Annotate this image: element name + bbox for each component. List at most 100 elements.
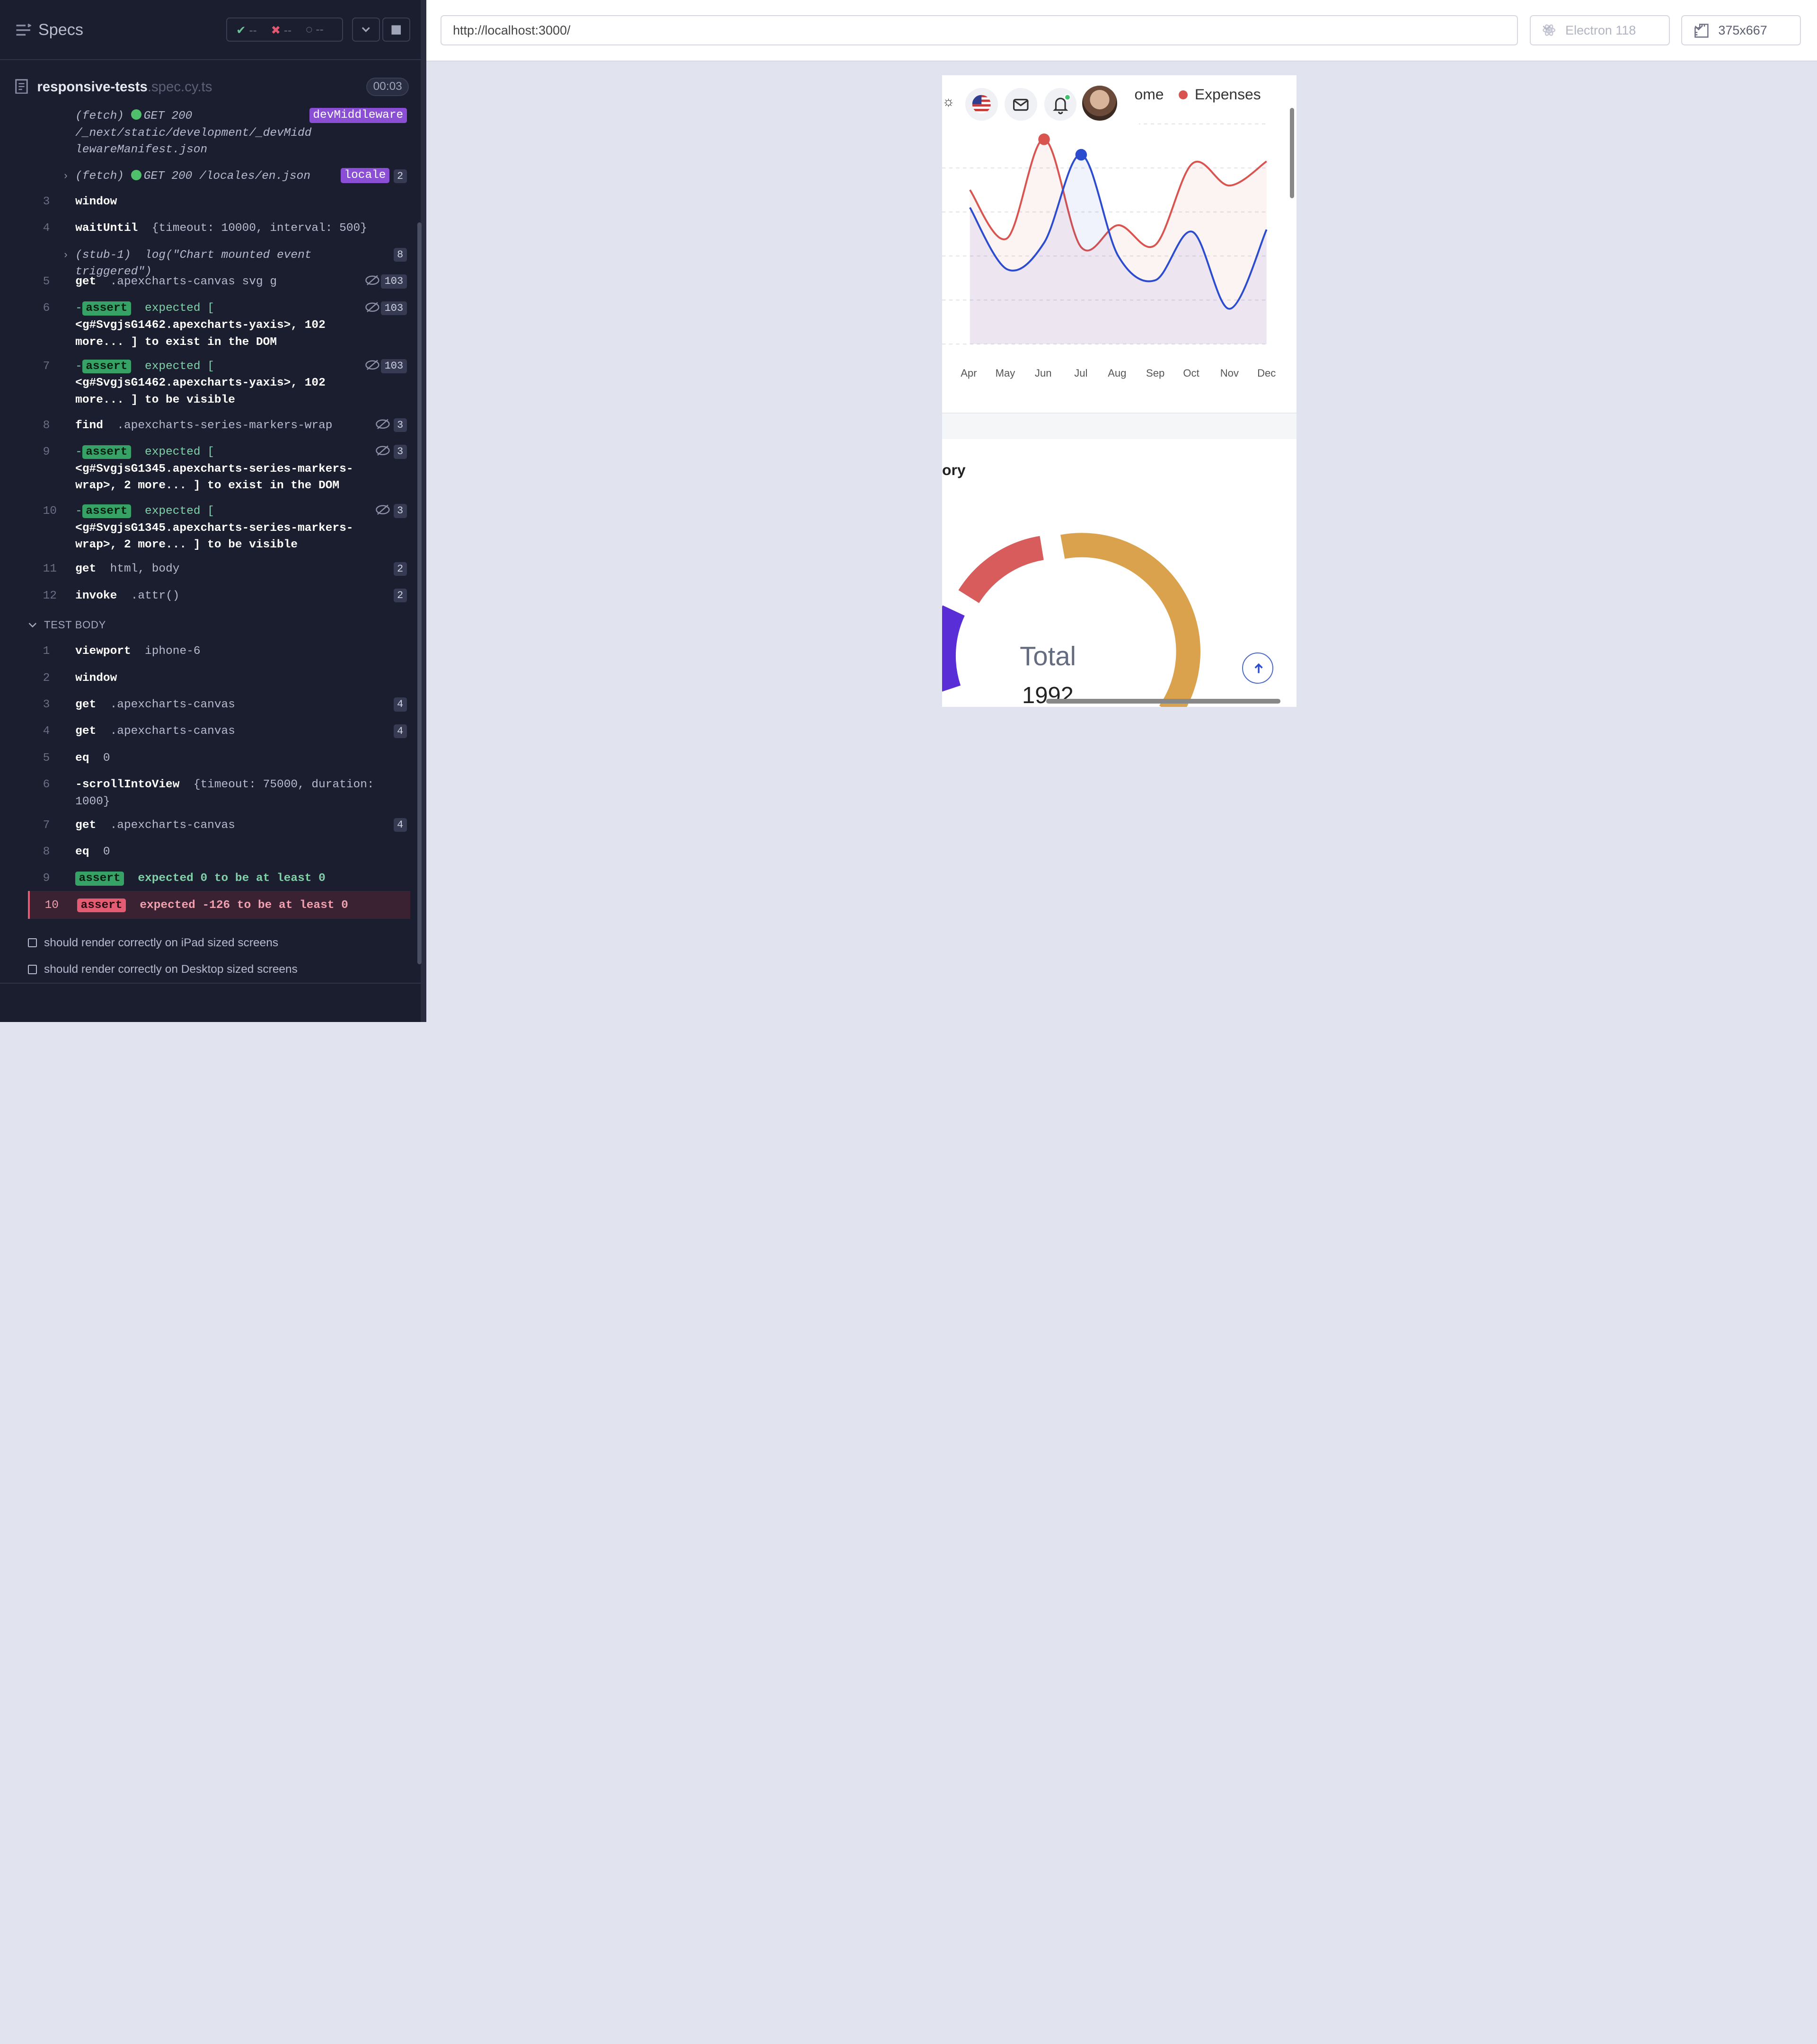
alias-badge[interactable]: devMiddleware [309, 107, 407, 123]
command-number: 9 [43, 445, 50, 458]
command-row[interactable]: 3 get .apexcharts-canvas 4 [28, 696, 410, 714]
assert-tag: assert [82, 359, 131, 374]
assert-tag: assert [75, 872, 124, 886]
assert-tag: assert [82, 301, 131, 316]
command-message: 0 [103, 845, 110, 858]
legend-item-expenses[interactable]: Expenses [1178, 86, 1261, 103]
reporter-panel: Specs ✔ -- ✖ -- ◌ -- responsive-tests.sp… [0, 0, 427, 1022]
reporter-scrollbar[interactable] [417, 222, 422, 964]
command-number: 4 [43, 222, 50, 235]
command-number: 7 [43, 360, 50, 373]
month-label: Oct [1183, 367, 1200, 379]
command-row[interactable]: 11 get html, body 2 [28, 561, 410, 578]
expand-caret-icon[interactable]: › [62, 168, 69, 185]
count-badge: 3 [393, 445, 407, 459]
command-row[interactable]: 5 eq 0 [28, 750, 410, 767]
request-method: GET 200 [143, 170, 193, 183]
test-item[interactable]: should render correctly on iPad sized sc… [27, 936, 279, 950]
command-row[interactable]: 4 get .apexcharts-canvas 4 [28, 723, 410, 740]
legend-label: Expenses [1194, 86, 1261, 103]
url-bar[interactable]: http://localhost:3000/ [440, 15, 1518, 45]
command-row[interactable]: 7 get .apexcharts-canvas 4 [28, 817, 410, 835]
horizontal-scrollbar[interactable] [1046, 698, 1281, 704]
series-marker[interactable] [1038, 133, 1050, 145]
command-row[interactable]: 5 get .apexcharts-canvas svg g 103 [28, 273, 410, 291]
avatar[interactable] [1082, 86, 1117, 121]
legend-item-income[interactable]: ome [1135, 86, 1164, 103]
status-dot-icon [131, 109, 141, 120]
command-label: (fetch) [75, 170, 124, 183]
command-row[interactable]: 10 - assert expected [<g#SvgjsG1345.apexc… [28, 503, 410, 554]
scroll-to-top-button[interactable] [1242, 652, 1274, 684]
command-row[interactable]: 6 -scrollIntoView {timeout: 75000, durat… [28, 776, 410, 810]
command-row[interactable]: 8 eq 0 [28, 844, 410, 861]
test-pending-icon [27, 938, 37, 948]
assert-text: wrap>, 2 more... ] to exist in the DOM [75, 479, 340, 493]
command-name: window [75, 195, 117, 208]
command-row[interactable]: 3 window [28, 194, 410, 211]
assert-text: <g#SvgjsG1345.apexcharts-series-markers- [75, 521, 353, 535]
count-badge: 3 [393, 418, 407, 432]
test-title: should render correctly on iPad sized sc… [44, 936, 279, 949]
command-row[interactable]: 12 invoke .attr() 2 [28, 588, 410, 605]
chart-scrollbar[interactable] [1289, 107, 1295, 198]
command-row[interactable]: 6 - assert expected [<g#SvgjsG1462.apexch… [28, 300, 410, 351]
test-item[interactable]: should render correctly on Desktop sized… [27, 963, 298, 976]
chevron-down-icon [28, 622, 36, 627]
expand-caret-icon[interactable]: › [62, 247, 69, 264]
alias-badge[interactable]: locale [341, 168, 389, 183]
messages-button[interactable] [1005, 88, 1037, 121]
command-row[interactable]: 7 - assert expected [<g#SvgjsG1462.apexch… [28, 358, 410, 409]
command-name: waitUntil [75, 222, 138, 235]
command-message: 1000} [75, 795, 110, 808]
assert-text: <g#SvgjsG1462.apexcharts-yaxis>, 102 [75, 377, 326, 390]
command-row[interactable]: 4 waitUntil {timeout: 10000, interval: 5… [28, 220, 410, 238]
command-row[interactable]: (fetch) GET 200 /_next/static/developmen… [28, 107, 410, 159]
hidden-eye-icon [365, 360, 380, 370]
count-badge: 2 [393, 589, 407, 603]
notifications-button[interactable] [1044, 88, 1077, 121]
us-flag-icon [972, 95, 991, 114]
command-number: 2 [43, 671, 50, 685]
command-message: 0 [103, 751, 110, 765]
command-message: .apexcharts-canvas svg g [110, 275, 277, 288]
assert-text: expected [ [145, 445, 214, 458]
command-number: 4 [43, 725, 50, 738]
reporter-footer-divider [0, 982, 421, 984]
chevron-down-icon [1543, 25, 1551, 30]
command-number: 8 [43, 845, 50, 858]
card-title: ory [942, 461, 966, 478]
command-row[interactable]: 9 assert expected 0 to be at least 0 [28, 870, 410, 888]
command-row[interactable]: 9 - assert expected [<g#SvgjsG1345.apexch… [28, 444, 410, 495]
assert-text: expected -126 to be at least 0 [140, 899, 348, 912]
failed-command-row[interactable]: 10 assert expected -126 to be at least 0 [27, 891, 410, 919]
assert-text: more... ] to exist in the DOM [75, 335, 277, 349]
request-url-line: lewareManifest.json [75, 143, 208, 157]
command-row[interactable]: 8 find .apexcharts-series-markers-wrap 3 [28, 417, 410, 435]
count-badge: 2 [393, 169, 407, 183]
command-number: 12 [43, 589, 57, 602]
theme-toggle-icon[interactable]: ☼ [942, 94, 955, 110]
hidden-eye-icon [376, 445, 390, 456]
status-dot-icon [131, 169, 141, 180]
language-button[interactable] [965, 88, 998, 121]
command-row[interactable]: 2 window [28, 670, 410, 687]
command-message: html, body [110, 563, 180, 576]
command-label: (stub-1) [75, 248, 131, 262]
command-number: 8 [43, 419, 50, 432]
viewport-selector[interactable]: 375x667 [1681, 15, 1801, 45]
mail-icon [1013, 98, 1029, 111]
count-badge: 4 [393, 697, 407, 712]
legend-label: ome [1134, 86, 1164, 103]
command-row[interactable]: › (fetch) GET 200 /locales/en.json local… [28, 168, 410, 185]
month-label: Nov [1220, 367, 1239, 379]
test-body-header[interactable]: TEST BODY [28, 619, 106, 631]
month-label: Apr [961, 367, 977, 379]
command-row[interactable]: 1 viewport iphone-6 [28, 643, 410, 661]
command-number: 1 [43, 645, 50, 658]
browser-selector[interactable]: Electron 118 [1529, 15, 1670, 45]
series-marker[interactable] [1075, 149, 1087, 161]
command-name: get [75, 725, 97, 738]
assert-text: wrap>, 2 more... ] to be visible [75, 538, 298, 552]
command-row[interactable]: › (stub-1) log("Chart mounted event trig… [28, 247, 410, 278]
